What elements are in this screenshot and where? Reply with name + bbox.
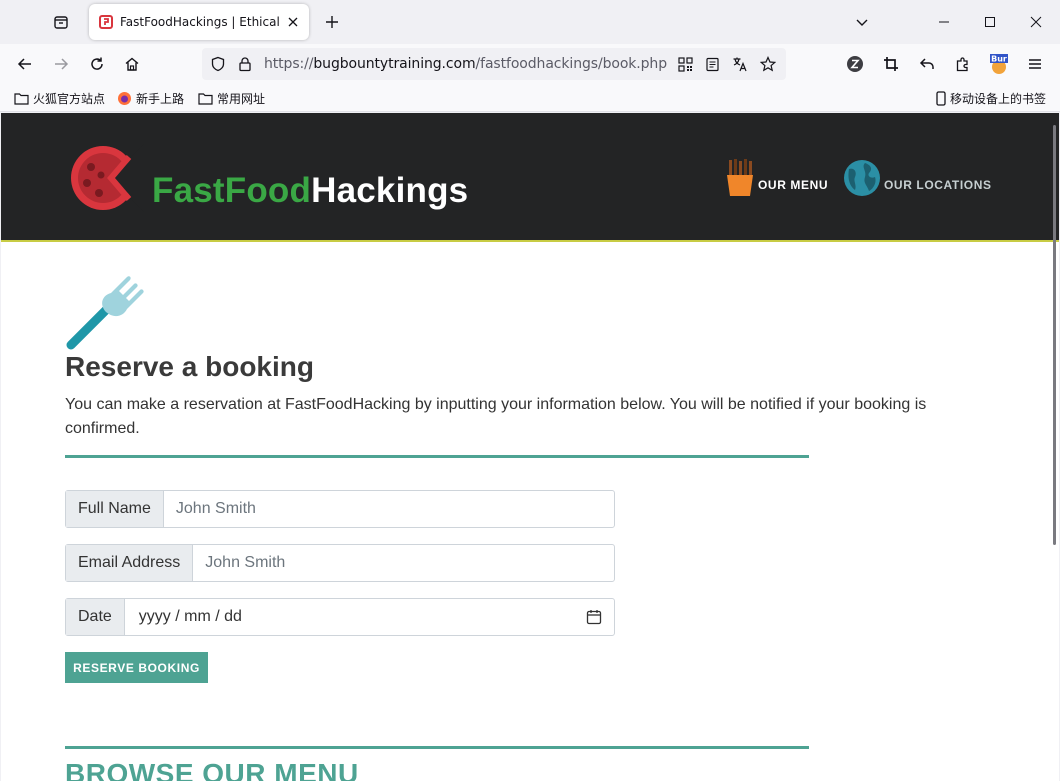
svg-text:Bur: Bur [991,55,1007,64]
reader-view-icon[interactable] [702,54,722,74]
date-field: Date yyyy / mm / dd [65,598,615,636]
email-label: Email Address [66,545,194,581]
booking-intro-text: You can make a reservation at FastFoodHa… [65,396,927,437]
nav-our-menu[interactable]: OUR MENU [725,159,828,197]
url-host: bugbountytraining.com [313,56,476,72]
active-tab[interactable]: FastFoodHackings | Ethical H [89,4,309,40]
mobile-device-icon [936,90,946,106]
bookmark-getting-started[interactable]: 新手上路 [117,89,184,107]
hamburger-menu-icon[interactable] [1023,52,1047,76]
nav-locations-label: OUR LOCATIONS [884,178,992,192]
url-path: /fastfoodhackings/book.php [475,56,668,72]
section-divider [65,746,809,749]
site-header: FastFoodHackings OUR MENU OUR LOCATIONS [1,113,1059,242]
url-text[interactable]: https://bugbountytraining.com/fastfoodha… [264,56,667,72]
reserve-booking-button[interactable]: RESERVE BOOKING [65,652,208,683]
shield-icon[interactable] [208,54,228,74]
bookmark-label: 新手上路 [136,91,185,106]
url-bar[interactable]: https://bugbountytraining.com/fastfoodha… [202,48,786,80]
translate-icon[interactable] [730,54,750,74]
pizza-logo-icon[interactable] [65,143,145,213]
fork-icon [66,276,144,350]
site-brand[interactable]: FastFoodHackings [152,171,468,211]
bookmarks-toolbar: 火狐官方站点 新手上路 常用网址 移动设备上的书签 [0,84,1060,112]
lock-icon[interactable] [235,54,255,74]
full-name-input[interactable] [163,491,614,527]
brand-hackings: Hackings [311,171,469,210]
brand-fastfood: FastFood [152,171,312,210]
forward-arrow-icon[interactable] [47,50,75,78]
new-tab-icon[interactable] [318,8,346,36]
browse-menu-heading: BROWSE OUR MENU [65,758,359,781]
qr-code-icon[interactable] [675,54,695,74]
nav-our-locations[interactable]: OUR LOCATIONS [843,159,992,197]
nav-menu-label: OUR MENU [758,178,829,192]
date-label: Date [66,599,125,635]
folder-icon [198,92,213,105]
tab-list-icon[interactable] [46,8,76,36]
tab-title: FastFoodHackings | Ethical H [120,15,283,29]
extension-z-icon[interactable] [843,52,867,76]
minimize-icon[interactable] [921,0,967,44]
bookmark-label: 火狐官方站点 [33,91,106,106]
section-divider [65,455,809,458]
crop-screenshot-icon[interactable] [879,52,903,76]
folder-icon [14,92,29,105]
close-tab-icon[interactable] [285,14,301,30]
firefox-logo-icon [118,91,131,105]
extensions-puzzle-icon[interactable] [951,52,975,76]
bookmark-mobile[interactable]: 移动设备上的书签 [936,89,1046,107]
maximize-icon[interactable] [967,0,1013,44]
chevron-down-icon[interactable] [848,8,876,36]
bookmark-label: 常用网址 [217,91,266,106]
navigation-toolbar: https://bugbountytraining.com/fastfoodha… [0,44,1060,84]
back-arrow-icon[interactable] [11,50,39,78]
full-name-field: Full Name [65,490,615,528]
email-input[interactable] [193,545,614,581]
url-prefix: https:// [264,56,314,72]
fries-icon [727,159,753,196]
page-viewport: FastFoodHackings OUR MENU OUR LOCATIONS [1,113,1059,781]
date-input[interactable]: yyyy / mm / dd [125,599,574,635]
close-window-icon[interactable] [1013,0,1059,44]
undo-icon[interactable] [915,52,939,76]
page-title: Reserve a booking [65,351,314,382]
site-favicon-icon [99,15,113,29]
reload-icon[interactable] [83,50,111,78]
email-field: Email Address [65,544,615,582]
calendar-icon[interactable] [574,599,614,635]
tab-bar: FastFoodHackings | Ethical H [0,0,1060,44]
globe-icon [844,160,880,196]
bookmark-folder-firefox[interactable]: 火狐官方站点 [14,89,105,107]
full-name-label: Full Name [66,491,164,527]
bookmark-star-icon[interactable] [758,54,778,74]
bookmark-folder-common[interactable]: 常用网址 [198,89,265,107]
page-scrollbar[interactable] [1053,125,1056,545]
burp-extension-icon[interactable]: Bur [987,52,1011,76]
bookmark-label: 移动设备上的书签 [950,91,1047,106]
home-icon[interactable] [118,50,146,78]
